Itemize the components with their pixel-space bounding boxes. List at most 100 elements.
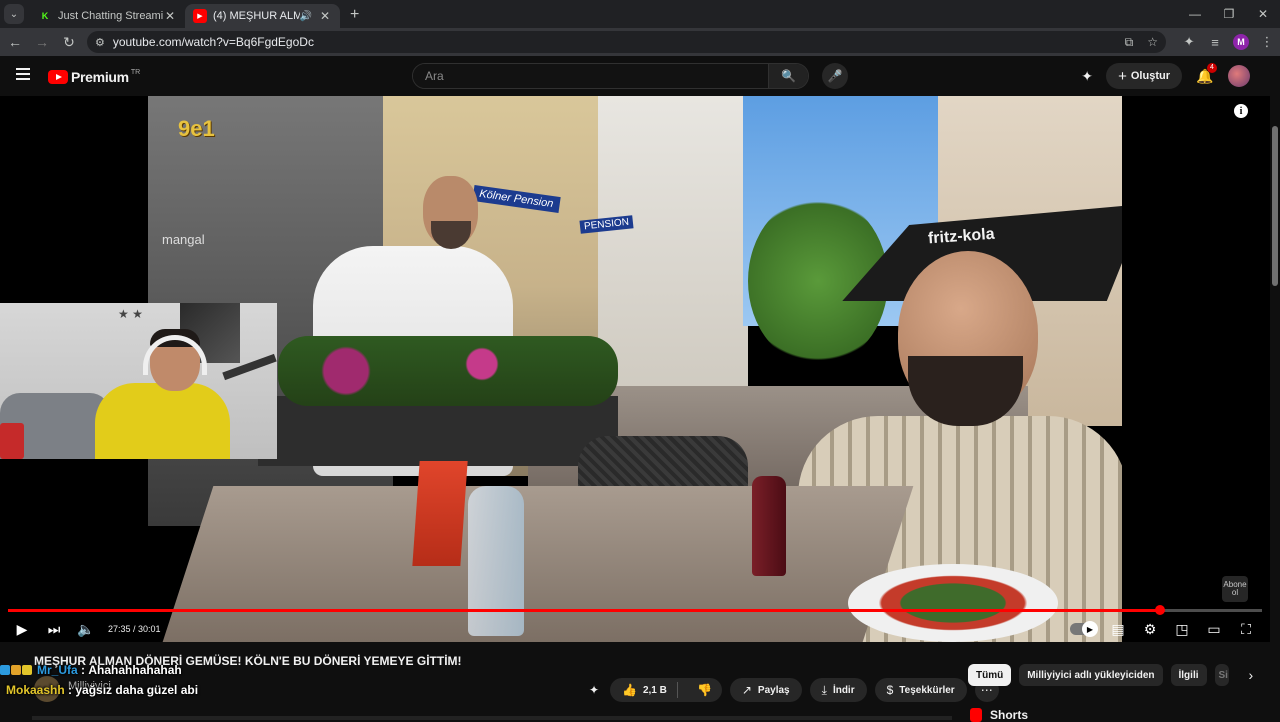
webcam-cup <box>0 423 24 459</box>
scene-drink-bottle <box>752 476 786 576</box>
notifications-bell-icon[interactable]: 🔔 4 <box>1190 62 1220 85</box>
scene-water-bottle <box>468 486 524 636</box>
autoplay-play-icon: ▶ <box>1082 621 1098 637</box>
video-player[interactable]: 9e1 mangal Kölner Pension PENSION fritz-… <box>0 96 1270 642</box>
thumbs-down-icon[interactable]: 👎 <box>688 683 722 697</box>
extensions-icon[interactable]: ✦ <box>1176 34 1202 50</box>
close-tab-icon[interactable]: ✕ <box>318 9 332 23</box>
progress-bar[interactable] <box>8 605 1262 615</box>
restore-icon[interactable]: ❐ <box>1212 0 1246 28</box>
speaker-icon[interactable]: 🔊 <box>300 11 312 22</box>
header-actions: ✦ + Oluştur 🔔 4 <box>1072 62 1250 89</box>
media-controls-icon[interactable]: ≡ <box>1202 35 1228 50</box>
next-video-icon[interactable]: ⏭ <box>38 616 70 642</box>
browser-tab-bar: ⌄ K Just Chatting Streaming - Live S ✕ ▶… <box>0 0 1280 28</box>
ai-sparkle-icon[interactable]: ✦ <box>1072 68 1102 85</box>
profile-avatar[interactable]: M <box>1233 34 1250 50</box>
search-box: 🔍 <box>412 63 809 89</box>
settings-gear-icon[interactable]: ⚙ <box>1134 616 1166 642</box>
miniplayer-icon[interactable]: ◳ <box>1166 616 1198 642</box>
chat-message: Mr_Ufa : Ahahahhahahah <box>0 660 400 680</box>
subscribe-watermark[interactable]: Abone ol <box>1222 576 1248 602</box>
share-icon: ↗ <box>741 683 752 697</box>
chat-badges <box>0 665 33 675</box>
create-label: Oluştur <box>1130 70 1170 82</box>
youtube-logo[interactable]: Premium TR <box>48 69 140 85</box>
window-controls: — ❐ ✕ <box>1178 0 1280 28</box>
player-controls: ▶ ⏭ 🔈 27:35 / 30:01 ▶ ▤ ⚙ ◳ ▭ ⛶ <box>0 616 1270 642</box>
chip-related[interactable]: İlgili <box>1170 664 1207 686</box>
new-tab-button[interactable]: + <box>350 6 359 24</box>
thanks-button[interactable]: $ Teşekkürler <box>874 678 967 702</box>
like-count[interactable]: 2,1 B <box>643 685 667 696</box>
scene-building-right <box>598 96 748 396</box>
bookmark-star-icon[interactable]: ☆ <box>1147 35 1158 49</box>
download-label: İndir <box>832 684 855 696</box>
install-app-icon[interactable]: ⧉ <box>1125 35 1134 50</box>
webcam-overlay: ★ ★ <box>0 303 277 459</box>
chat-username: Mokaashh <box>6 683 65 697</box>
thumbs-up-icon[interactable]: 👍 <box>622 683 637 697</box>
chat-separator: : <box>77 663 89 677</box>
progress-scrubber[interactable] <box>1155 605 1166 615</box>
youtube-header: Premium TR 🔍 🎤 ✦ + Oluştur 🔔4 <box>0 56 1280 96</box>
minimize-icon[interactable]: — <box>1178 0 1212 28</box>
tab-title: Just Chatting Streaming - Live S <box>58 10 163 22</box>
video-frame[interactable]: 9e1 mangal Kölner Pension PENSION fritz-… <box>148 96 1122 642</box>
subtitles-icon[interactable]: ▤ <box>1102 616 1134 642</box>
like-dislike-group: 👍 2,1 B 👎 <box>610 678 722 702</box>
volume-icon[interactable]: 🔈 <box>70 616 102 642</box>
search-input[interactable] <box>413 64 768 88</box>
chip-uploader[interactable]: Milliyiyici adlı yükleyiciden <box>1019 664 1163 686</box>
theater-mode-icon[interactable]: ▭ <box>1198 616 1230 642</box>
video-actions: ✦ 👍 2,1 B 👎 ↗ Paylaş ⤓ İndir $ Teşekkürl… <box>582 678 999 702</box>
browser-toolbar: ← → ↻ ⚙ youtube.com/watch?v=Bq6FgdEgoDc … <box>0 28 1280 56</box>
site-info-icon[interactable]: ⚙ <box>95 36 105 49</box>
close-window-icon[interactable]: ✕ <box>1246 0 1280 28</box>
thanks-icon: $ <box>886 683 894 697</box>
forward-icon[interactable]: → <box>30 30 54 54</box>
back-icon[interactable]: ← <box>3 30 27 54</box>
menu-icon[interactable] <box>16 68 30 80</box>
url-text[interactable]: youtube.com/watch?v=Bq6FgdEgoDc <box>113 35 1111 49</box>
horizontal-scroll-track <box>32 716 952 720</box>
page-scrollbar[interactable] <box>1270 56 1280 720</box>
chat-message: Mokaashh : yağsız daha güzel abi <box>0 680 400 700</box>
kick-favicon-icon: K <box>41 11 49 21</box>
autoplay-toggle[interactable]: ▶ <box>1070 621 1098 637</box>
browser-tab-youtube[interactable]: ▶ (4) MEŞHUR ALMAN DÖNE 🔊 ✕ <box>185 4 340 28</box>
tab-title: (4) MEŞHUR ALMAN DÖNE <box>213 10 300 22</box>
share-button[interactable]: ↗ Paylaş <box>729 678 802 702</box>
ask-ai-icon[interactable]: ✦ <box>582 678 606 702</box>
create-button[interactable]: + Oluştur <box>1106 63 1182 89</box>
webcam-person <box>95 383 230 459</box>
chat-text: Ahahahhahahah <box>88 663 182 677</box>
download-button[interactable]: ⤓ İndir <box>809 678 867 702</box>
browser-menu-icon[interactable]: ⋮ <box>1254 34 1280 50</box>
voice-search-icon[interactable]: 🎤 <box>822 63 848 89</box>
video-info-icon[interactable]: i <box>1234 104 1248 118</box>
tab-search-button[interactable]: ⌄ <box>4 4 24 24</box>
chat-overlay: Mr_Ufa : Ahahahhahahah Mokaashh : yağsız… <box>0 660 400 700</box>
player-controls-right: ▶ ▤ ⚙ ◳ ▭ ⛶ <box>1070 616 1262 642</box>
browser-tab-kick[interactable]: K Just Chatting Streaming - Live S ✕ <box>30 4 185 28</box>
chevron-right-icon[interactable]: › <box>1249 667 1254 683</box>
chat-username: Mr_Ufa <box>37 663 78 677</box>
chip-all[interactable]: Tümü <box>968 664 1012 686</box>
search-icon[interactable]: 🔍 <box>768 64 808 88</box>
address-bar[interactable]: ⚙ youtube.com/watch?v=Bq6FgdEgoDc ⧉ ☆ <box>86 31 1167 53</box>
mangal-sign: mangal <box>162 232 205 247</box>
play-icon[interactable]: ▶ <box>6 616 38 642</box>
account-avatar[interactable] <box>1228 65 1250 87</box>
chip-more[interactable]: Si <box>1214 664 1229 686</box>
scrollbar-thumb[interactable] <box>1272 126 1278 286</box>
youtube-favicon-icon: ▶ <box>193 9 207 23</box>
webcam-stars: ★ ★ <box>118 307 143 321</box>
extensions-area: ✦ ≡ M ⋮ <box>1176 34 1280 50</box>
chat-separator: : <box>64 683 76 697</box>
reload-icon[interactable]: ↻ <box>57 30 81 54</box>
scene-planter <box>258 396 618 466</box>
fullscreen-icon[interactable]: ⛶ <box>1230 616 1262 642</box>
scene-flowers <box>278 336 618 406</box>
close-tab-icon[interactable]: ✕ <box>163 9 177 23</box>
